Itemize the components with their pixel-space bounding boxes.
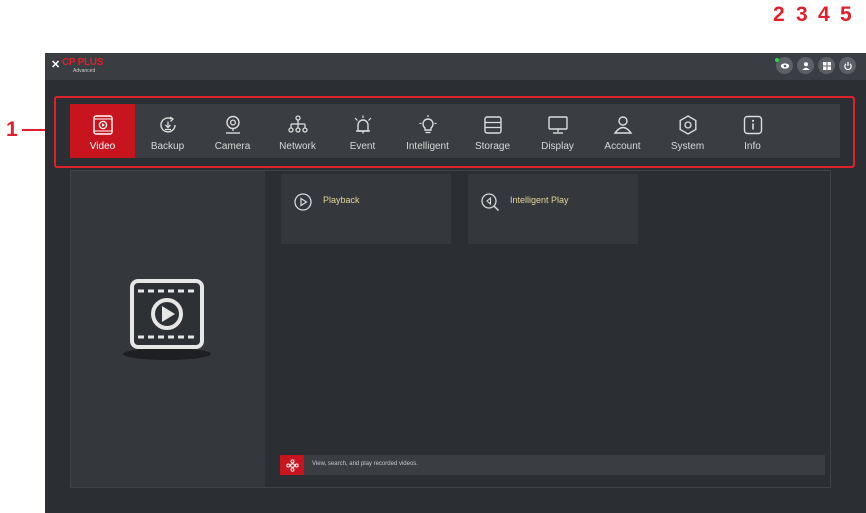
card-label: Intelligent Play bbox=[510, 195, 569, 205]
nav-item-intelligent[interactable]: Intelligent bbox=[395, 104, 460, 158]
module-description: View, search, and play recorded videos. bbox=[312, 461, 418, 467]
callout-2: 2 bbox=[773, 3, 785, 26]
gear-icon bbox=[679, 115, 696, 135]
nav-item-network[interactable]: Network bbox=[265, 104, 330, 158]
power-icon bbox=[843, 61, 852, 70]
playback-card[interactable]: Playback bbox=[281, 174, 451, 244]
logo-mark: ✕ bbox=[51, 59, 61, 71]
callout-4: 4 bbox=[818, 3, 830, 26]
network-icon bbox=[287, 115, 308, 133]
bulb-icon bbox=[419, 115, 436, 134]
nav-label: Camera bbox=[214, 141, 251, 152]
callout-3: 3 bbox=[796, 3, 808, 26]
nav-label: Network bbox=[279, 141, 316, 152]
nav-label: Display bbox=[541, 141, 574, 152]
callout-5: 5 bbox=[840, 3, 852, 26]
callout-1: 1 bbox=[6, 118, 18, 141]
info-icon bbox=[743, 115, 762, 135]
status-dot bbox=[775, 58, 779, 62]
settings-flower-icon bbox=[285, 458, 299, 472]
nav-item-account[interactable]: Account bbox=[590, 104, 655, 158]
nav-item-storage[interactable]: Storage bbox=[460, 104, 525, 158]
live-view-button[interactable] bbox=[775, 57, 793, 74]
nav-item-display[interactable]: Display bbox=[525, 104, 590, 158]
nav-item-video[interactable]: Video bbox=[70, 104, 135, 158]
nav-label: Video bbox=[89, 141, 116, 152]
layout-button[interactable] bbox=[818, 57, 835, 74]
module-submenu-panel: Playback Intelligent Play View, search, … bbox=[265, 170, 831, 488]
logo-subtext: Advanced bbox=[73, 68, 96, 74]
play-circle-icon bbox=[294, 193, 312, 211]
nav-label: Info bbox=[744, 141, 761, 152]
nav-label: Backup bbox=[150, 141, 185, 152]
video-module-icon bbox=[123, 279, 211, 360]
storage-icon bbox=[483, 116, 502, 134]
module-description-bar: View, search, and play recorded videos. bbox=[280, 455, 825, 475]
nav-label: System bbox=[670, 141, 705, 152]
logo: ✕ CP PLUS Advanced bbox=[51, 56, 121, 76]
monitor-icon bbox=[547, 116, 568, 134]
top-icon-group bbox=[775, 57, 856, 74]
nav-label: Storage bbox=[474, 141, 511, 152]
power-button[interactable] bbox=[839, 57, 856, 74]
nav-item-system[interactable]: System bbox=[655, 104, 720, 158]
alarm-icon bbox=[354, 115, 371, 134]
nav-item-event[interactable]: Event bbox=[330, 104, 395, 158]
nav-label: Event bbox=[349, 141, 376, 152]
grid-icon bbox=[822, 61, 831, 70]
nav-item-backup[interactable]: Backup bbox=[135, 104, 200, 158]
nav-label: Account bbox=[604, 141, 641, 152]
nav-item-camera[interactable]: Camera bbox=[200, 104, 265, 158]
nav-item-info[interactable]: Info bbox=[720, 104, 785, 158]
eye-icon bbox=[780, 62, 789, 69]
nav-label: Intelligent bbox=[406, 141, 449, 152]
search-play-icon bbox=[481, 193, 500, 212]
hint-icon-box bbox=[280, 455, 304, 475]
backup-icon bbox=[159, 116, 176, 133]
user-icon bbox=[802, 61, 809, 70]
logo-text: CP PLUS bbox=[62, 57, 104, 68]
dvr-main-menu: ✕ CP PLUS Advanced Video Backup Camera N… bbox=[45, 53, 866, 513]
intelligent-play-card[interactable]: Intelligent Play bbox=[468, 174, 638, 244]
card-label: Playback bbox=[323, 195, 360, 205]
user-button[interactable] bbox=[797, 57, 814, 74]
video-icon bbox=[92, 115, 113, 135]
module-preview-panel bbox=[70, 170, 265, 488]
camera-icon bbox=[225, 115, 240, 134]
user-icon bbox=[613, 116, 632, 134]
top-bar: ✕ CP PLUS Advanced bbox=[45, 53, 866, 80]
main-nav: Video Backup Camera Network Event Intell… bbox=[70, 104, 840, 158]
